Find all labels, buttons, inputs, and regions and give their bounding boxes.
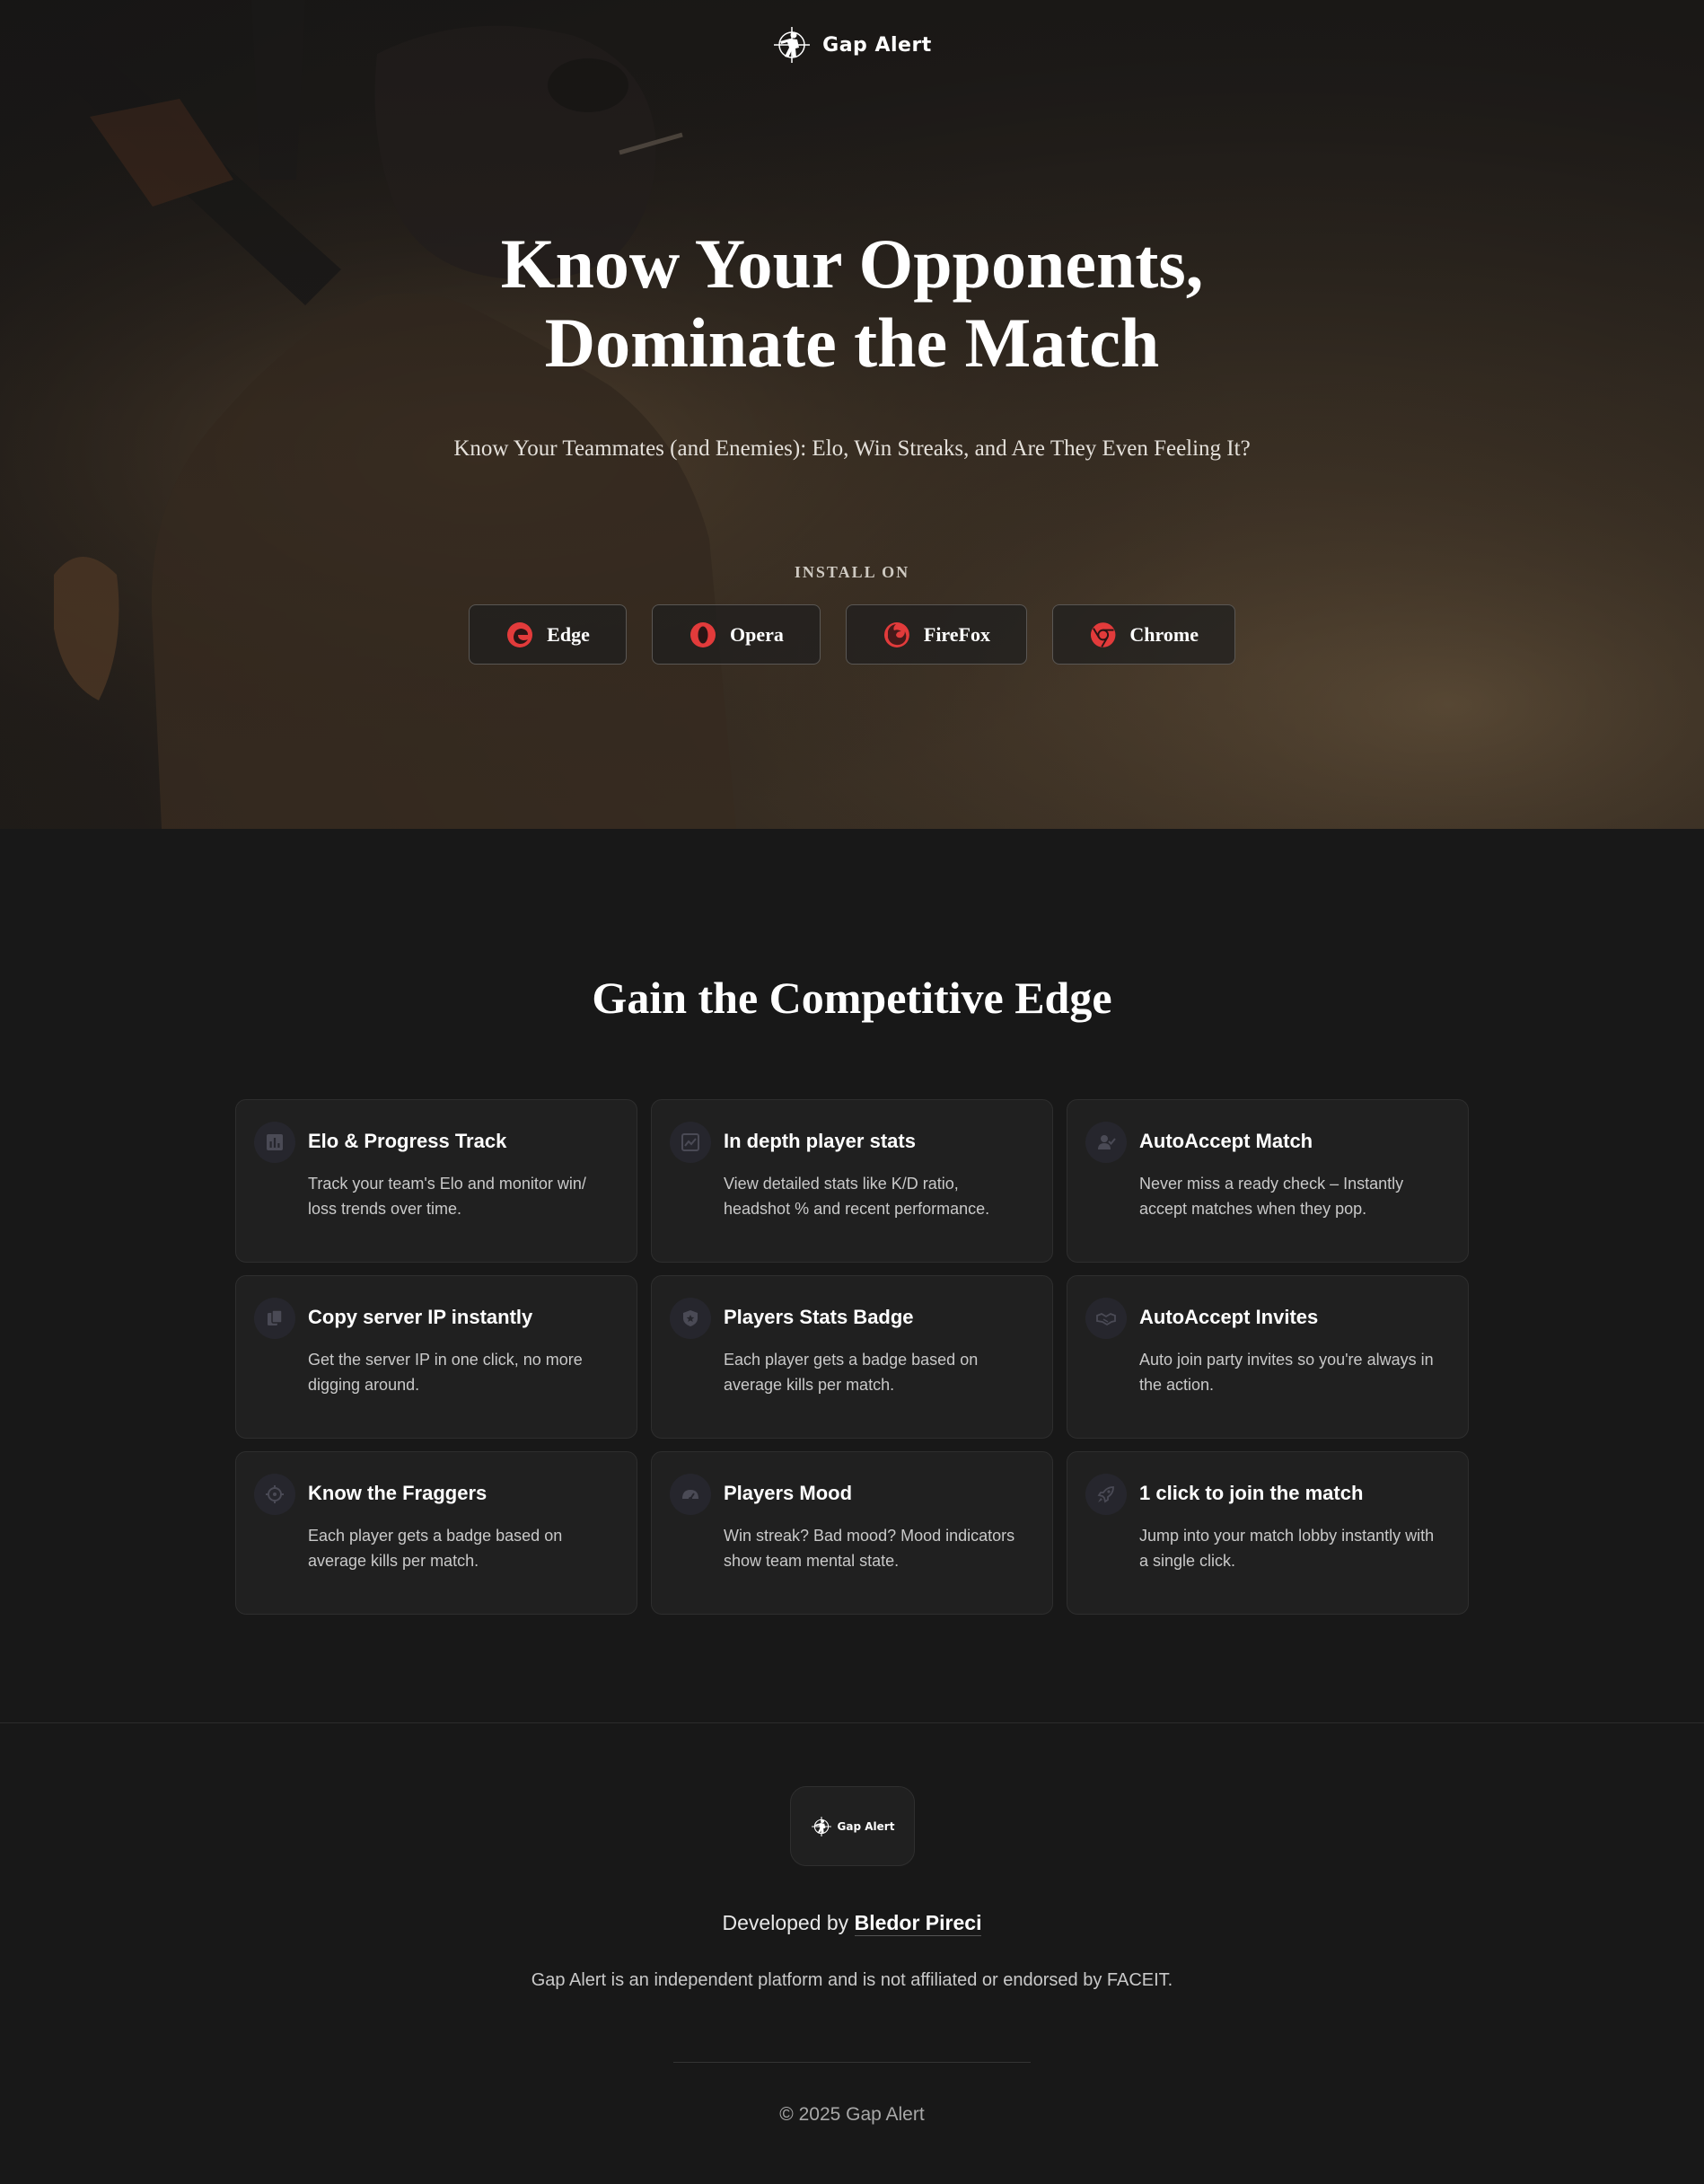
- feature-card-elo-progress: Elo & Progress Track Track your team's E…: [235, 1099, 637, 1263]
- footer-rule: [673, 2062, 1031, 2063]
- feature-description: View detailed stats like K/D ratio, heads…: [724, 1175, 990, 1218]
- copy-icon: [254, 1298, 295, 1339]
- feature-card-stats-badge: Players Stats Badge Each player gets a b…: [651, 1275, 1053, 1439]
- user-check-icon: [1085, 1122, 1127, 1163]
- disclaimer-text: Gap Alert is an independent platform and…: [531, 1970, 1173, 1990]
- brand-header[interactable]: Gap Alert: [0, 25, 1704, 65]
- firefox-icon: [883, 621, 909, 647]
- install-opera-label: Opera: [730, 622, 784, 646]
- feature-description: Each player gets a badge based on average…: [724, 1351, 979, 1394]
- feature-title: In depth player stats: [724, 1130, 916, 1152]
- hero-subtitle: Know Your Teammates (and Enemies): Elo, …: [453, 436, 1251, 461]
- feature-title: AutoAccept Match: [1139, 1130, 1313, 1152]
- brand-name: Gap Alert: [822, 33, 932, 57]
- developed-by: Developed by Bledor Pireci: [0, 1911, 1704, 1936]
- edge-icon: [507, 621, 533, 647]
- hero-section: Gap Alert Know Your Opponents, Dominate …: [0, 0, 1704, 829]
- browser-install-buttons: Edge Opera FireFox Chrome: [0, 604, 1704, 665]
- chrome-icon: [1090, 621, 1116, 647]
- footer-brand-name: Gap Alert: [837, 1819, 895, 1833]
- install-firefox-button[interactable]: FireFox: [846, 604, 1027, 665]
- install-opera-button[interactable]: Opera: [652, 604, 821, 665]
- feature-title: Players Mood: [724, 1482, 853, 1504]
- feature-card-copy-server-ip: Copy server IP instantly Get the server …: [235, 1275, 637, 1439]
- feature-description: Track your team's Elo and monitor win/lo…: [308, 1175, 586, 1218]
- feature-title: AutoAccept Invites: [1139, 1306, 1319, 1328]
- rocket-icon: [1085, 1474, 1127, 1515]
- feature-description: Win streak? Bad mood? Mood indicators sho…: [724, 1527, 1015, 1570]
- feature-card-players-mood: Players Mood Win streak? Bad mood? Mood …: [651, 1451, 1053, 1615]
- feature-title: Know the Fraggers: [308, 1482, 487, 1504]
- hero-title: Know Your Opponents, Dominate the Match: [0, 225, 1704, 383]
- soldier-logo-icon: [811, 1816, 831, 1836]
- hero-overlay: [0, 0, 1704, 829]
- feature-title: 1 click to join the match: [1139, 1482, 1364, 1504]
- feature-description: Auto join party invites so you're always…: [1139, 1351, 1434, 1394]
- features-grid: Elo & Progress Track Track your team's E…: [235, 1099, 1469, 1615]
- feature-card-know-fraggers: Know the Fraggers Each player gets a bad…: [235, 1451, 637, 1615]
- developer-link[interactable]: Bledor Pireci: [854, 1911, 982, 1936]
- feature-title: Copy server IP instantly: [308, 1306, 533, 1328]
- feature-description: Jump into your match lobby instantly wit…: [1139, 1527, 1435, 1570]
- feature-description: Get the server IP in one click, no more d…: [308, 1351, 583, 1394]
- feature-title: Players Stats Badge: [724, 1306, 914, 1328]
- hero-title-line-1: Know Your Opponents,: [500, 225, 1204, 303]
- bar-chart-icon: [254, 1122, 295, 1163]
- badge-icon: [670, 1298, 711, 1339]
- install-firefox-label: FireFox: [923, 622, 990, 646]
- footer-brand-badge[interactable]: Gap Alert: [790, 1786, 915, 1866]
- features-title: Gain the Competitive Edge: [592, 973, 1112, 1023]
- feature-card-join-match: 1 click to join the match Jump into your…: [1067, 1451, 1469, 1615]
- handshake-icon: [1085, 1298, 1127, 1339]
- opera-icon: [690, 621, 716, 647]
- gauge-icon: [670, 1474, 711, 1515]
- feature-description: Each player gets a badge based on average…: [308, 1527, 563, 1570]
- footer-divider: [0, 1722, 1704, 1723]
- soldier-logo-icon: [774, 27, 811, 63]
- feature-card-autoaccept-match: AutoAccept Match Never miss a ready chec…: [1067, 1099, 1469, 1263]
- install-edge-button[interactable]: Edge: [469, 604, 627, 665]
- hero-title-line-2: Dominate the Match: [544, 304, 1160, 382]
- crosshair-icon: [254, 1474, 295, 1515]
- developed-by-prefix: Developed by: [722, 1911, 849, 1934]
- install-edge-label: Edge: [547, 622, 590, 646]
- feature-card-autoaccept-invites: AutoAccept Invites Auto join party invit…: [1067, 1275, 1469, 1439]
- copyright-text: © 2025 Gap Alert: [779, 2104, 925, 2125]
- install-label: INSTALL ON: [794, 563, 910, 581]
- trending-up-icon: [670, 1122, 711, 1163]
- install-chrome-button[interactable]: Chrome: [1052, 604, 1235, 665]
- install-chrome-label: Chrome: [1129, 622, 1199, 646]
- feature-title: Elo & Progress Track: [308, 1130, 507, 1152]
- feature-description: Never miss a ready check – Instantly acce…: [1139, 1175, 1404, 1218]
- feature-card-player-stats: In depth player stats View detailed stat…: [651, 1099, 1053, 1263]
